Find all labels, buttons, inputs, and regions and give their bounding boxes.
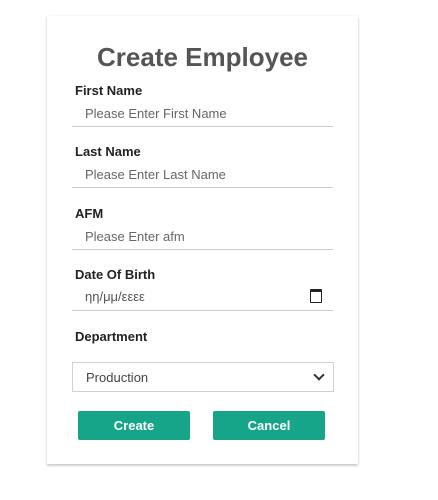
first-name-input[interactable] (72, 100, 333, 127)
last-name-label: Last Name (75, 144, 141, 159)
create-button[interactable]: Create (78, 411, 190, 440)
department-label: Department (75, 329, 148, 344)
first-name-label: First Name (75, 83, 143, 98)
chevron-down-icon (313, 369, 325, 381)
create-employee-card: Create Employee First Name Last Name AFM… (47, 16, 358, 464)
date-of-birth-placeholder: ηη/μμ/εεεε (85, 289, 145, 304)
calendar-icon[interactable] (310, 289, 322, 303)
page-title: Create Employee (97, 42, 308, 72)
cancel-button[interactable]: Cancel (213, 411, 325, 440)
date-of-birth-input[interactable]: ηη/μμ/εεεε (72, 284, 333, 311)
date-of-birth-label: Date Of Birth (75, 267, 156, 282)
department-select[interactable]: Production (72, 362, 334, 392)
department-selected-value: Production (86, 370, 149, 385)
afm-label: AFM (75, 206, 104, 221)
afm-input[interactable] (72, 223, 333, 250)
last-name-input[interactable] (72, 161, 333, 188)
